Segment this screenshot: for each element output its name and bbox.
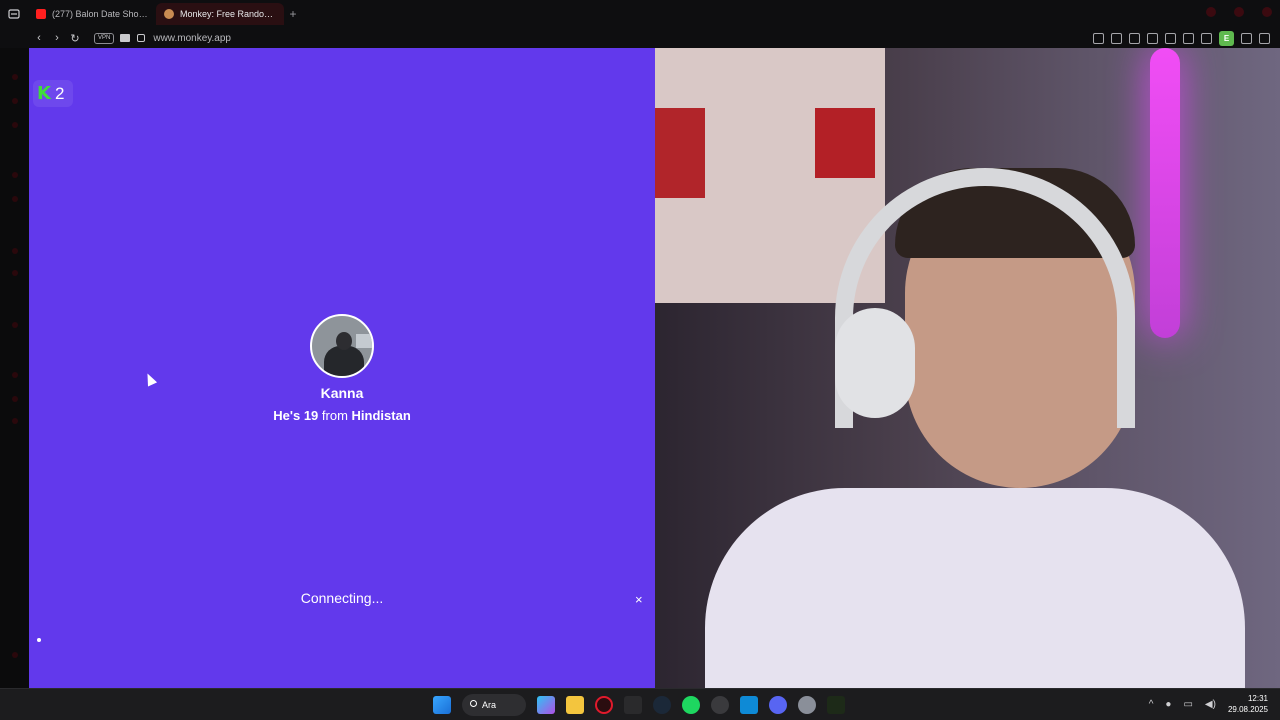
k-count: 2 bbox=[54, 83, 65, 103]
opera-gx-icon[interactable] bbox=[595, 696, 613, 714]
match-pronoun: He's bbox=[273, 408, 301, 423]
copilot-icon[interactable] bbox=[537, 696, 555, 714]
app-icon[interactable] bbox=[740, 696, 758, 714]
microphone-icon[interactable]: ● bbox=[1165, 699, 1171, 710]
match-profile: Kanna He's 19 from Hindistan bbox=[29, 314, 655, 423]
url-field[interactable]: www.monkey.app bbox=[153, 33, 231, 44]
app-icon[interactable] bbox=[827, 696, 845, 714]
headphones-earcup bbox=[835, 308, 915, 418]
workspace-icon[interactable] bbox=[0, 9, 28, 19]
taskbar-apps: Ara bbox=[433, 694, 845, 716]
play-icon[interactable] bbox=[1165, 33, 1176, 44]
k-logo-icon: K bbox=[37, 83, 51, 104]
sidebar-item[interactable] bbox=[12, 172, 18, 178]
browser-sidebar bbox=[0, 48, 29, 688]
windows-start-icon[interactable] bbox=[433, 696, 451, 714]
reload-button[interactable]: ↻ bbox=[66, 32, 84, 45]
address-bar: ‹ › ↻ VPN www.monkey.app E bbox=[0, 28, 1280, 48]
clock[interactable]: 12:31 29.08.2025 bbox=[1228, 693, 1268, 715]
shield-icon[interactable] bbox=[1129, 33, 1140, 44]
app-icon[interactable] bbox=[711, 696, 729, 714]
match-name: Kanna bbox=[320, 385, 364, 401]
sidebar-item[interactable] bbox=[12, 322, 18, 328]
screen: (277) Balon Date Show 1. Monkey: Free Ra… bbox=[0, 0, 1280, 720]
sidebar-item[interactable] bbox=[12, 248, 18, 254]
extensions-icon[interactable] bbox=[1201, 33, 1212, 44]
search-icon bbox=[470, 700, 477, 707]
discord-icon[interactable] bbox=[769, 696, 787, 714]
user-video-person bbox=[705, 168, 1265, 688]
sidebar-item[interactable] bbox=[12, 396, 18, 402]
system-tray: ^ ● ▭ ◀) 12:31 29.08.2025 bbox=[1149, 693, 1268, 715]
download-icon[interactable] bbox=[1241, 33, 1252, 44]
network-icon[interactable]: ▭ bbox=[1183, 699, 1192, 710]
snapshot-icon[interactable] bbox=[1111, 33, 1122, 44]
sidebar-item[interactable] bbox=[12, 652, 18, 658]
spotify-icon[interactable] bbox=[682, 696, 700, 714]
back-button[interactable]: ‹ bbox=[30, 32, 48, 44]
new-tab-button[interactable]: + bbox=[284, 7, 302, 21]
search-label: Ara bbox=[482, 700, 497, 710]
forward-button[interactable]: › bbox=[48, 32, 66, 44]
taskbar-search[interactable]: Ara bbox=[462, 694, 526, 716]
avatar-background bbox=[356, 334, 372, 348]
avatar[interactable] bbox=[310, 314, 374, 378]
volume-icon[interactable]: ◀) bbox=[1205, 699, 1216, 710]
clock-time: 12:31 bbox=[1247, 694, 1268, 703]
sidebar-item[interactable] bbox=[12, 372, 18, 378]
poster-detail bbox=[655, 108, 705, 198]
browser-tab-bar: (277) Balon Date Show 1. Monkey: Free Ra… bbox=[0, 0, 1280, 28]
connecting-status: Connecting... bbox=[300, 590, 384, 606]
lock-icon[interactable] bbox=[137, 34, 146, 42]
epic-games-icon[interactable] bbox=[624, 696, 642, 714]
youtube-icon bbox=[36, 9, 46, 19]
settings-icon[interactable] bbox=[798, 696, 816, 714]
minimize-button[interactable] bbox=[1206, 7, 1216, 17]
sidebar-item[interactable] bbox=[12, 196, 18, 202]
avatar-figure-body bbox=[324, 346, 364, 376]
tray-overflow-icon[interactable]: ^ bbox=[1149, 699, 1154, 710]
k-badge[interactable]: K 2 bbox=[33, 80, 73, 107]
sidebar-item[interactable] bbox=[12, 418, 18, 424]
self-video-feed bbox=[655, 48, 1280, 688]
camera-icon[interactable] bbox=[120, 34, 131, 42]
tab-title: (277) Balon Date Show 1. bbox=[52, 9, 148, 19]
match-info: He's 19 from Hindistan bbox=[29, 408, 655, 423]
heart-icon[interactable] bbox=[1183, 33, 1194, 44]
toolbar-icons: E bbox=[1093, 31, 1270, 46]
close-window-button[interactable] bbox=[1262, 7, 1272, 17]
steam-icon[interactable] bbox=[653, 696, 671, 714]
taskbar: Ara ^ ● ▭ ◀) 12:31 29.08.2025 bbox=[0, 688, 1280, 720]
bookmark-icon[interactable] bbox=[1093, 33, 1104, 44]
window-controls bbox=[1206, 7, 1272, 17]
profile-avatar[interactable]: E bbox=[1219, 31, 1234, 46]
match-from: from bbox=[321, 408, 348, 423]
clock-date: 29.08.2025 bbox=[1227, 705, 1268, 714]
tab-monkey[interactable]: Monkey: Free Random Vi bbox=[156, 3, 284, 25]
avatar-figure-head bbox=[336, 332, 352, 350]
sidebar-item[interactable] bbox=[12, 98, 18, 104]
sidebar-item[interactable] bbox=[12, 122, 18, 128]
person-shirt bbox=[705, 488, 1245, 688]
translate-icon[interactable] bbox=[1147, 33, 1158, 44]
vpn-badge[interactable]: VPN bbox=[94, 32, 115, 44]
indicator-dot bbox=[37, 638, 41, 642]
sidebar-item[interactable] bbox=[12, 74, 18, 80]
match-age: 19 bbox=[303, 408, 319, 423]
sidebar-item[interactable] bbox=[12, 270, 18, 276]
maximize-button[interactable] bbox=[1234, 7, 1244, 17]
tab-youtube[interactable]: (277) Balon Date Show 1. bbox=[28, 3, 156, 25]
close-icon[interactable]: × bbox=[635, 592, 643, 607]
match-panel: K 2 Kanna He's 19 from Hindistan Connect… bbox=[29, 48, 655, 688]
file-explorer-icon[interactable] bbox=[566, 696, 584, 714]
menu-icon[interactable] bbox=[1259, 33, 1270, 44]
match-location: Hindistan bbox=[351, 408, 411, 423]
tab-title: Monkey: Free Random Vi bbox=[180, 9, 276, 19]
monkey-icon bbox=[164, 9, 174, 19]
